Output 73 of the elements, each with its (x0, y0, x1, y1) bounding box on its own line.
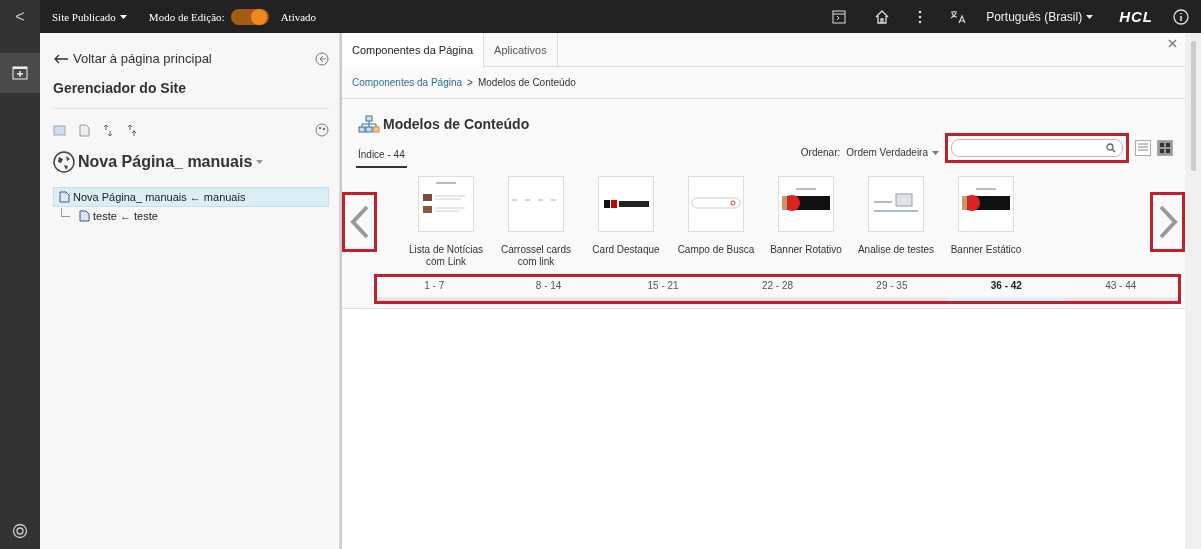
add-button[interactable] (0, 53, 40, 93)
document-icon (59, 191, 70, 203)
chevron-left-icon (348, 205, 371, 239)
template-thumbnail[interactable] (778, 176, 834, 232)
move-up-icon[interactable] (102, 123, 114, 137)
site-dropdown[interactable]: Site Publicado (52, 10, 127, 23)
help-icon[interactable] (12, 523, 28, 539)
template-name[interactable]: Banner Rotativo (764, 244, 848, 256)
info-icon[interactable] (1173, 8, 1189, 25)
template-name[interactable]: Card Destaque (584, 244, 668, 256)
template-thumbnail[interactable] (688, 176, 744, 232)
previous-button[interactable] (342, 192, 377, 252)
panel-icon[interactable] (832, 9, 847, 24)
template-thumbnail[interactable] (508, 176, 564, 232)
scrollbar[interactable] (1185, 33, 1201, 549)
caret-icon (932, 150, 939, 155)
home-icon[interactable] (874, 8, 891, 25)
list-icon (1138, 143, 1148, 152)
move-down-icon[interactable] (126, 123, 138, 137)
template-name[interactable]: Carrossel cards com link (494, 244, 578, 268)
template-thumbnail[interactable] (598, 176, 654, 232)
breadcrumb-current: Modelos de Conteúdo (477, 77, 576, 88)
sidebar-title: Gerenciador do Site (53, 80, 329, 109)
more-icon[interactable] (918, 9, 923, 24)
brand-logo: HCL (1119, 8, 1153, 25)
tree-item[interactable]: teste ← teste (53, 207, 329, 225)
grid-view-button[interactable] (1157, 139, 1173, 156)
page-range-tab[interactable]: 29 - 35 (834, 277, 950, 301)
translate-icon (950, 9, 967, 24)
collapse-icon[interactable] (315, 51, 329, 66)
template-thumbnail[interactable] (418, 176, 474, 232)
page-range-tab[interactable]: 15 - 21 (605, 277, 721, 301)
hierarchy-icon (358, 115, 380, 133)
sort-dropdown[interactable]: Ordem Verdadeira (846, 147, 939, 158)
back-link[interactable]: Voltar à página principal (53, 51, 212, 66)
next-button[interactable] (1150, 192, 1185, 252)
search-icon (1106, 142, 1116, 153)
edit-mode-toggle[interactable] (230, 8, 269, 25)
edit-mode-state: Ativado (280, 10, 317, 23)
template-name[interactable]: Lista de Notícias com Link (404, 244, 488, 268)
index-tab[interactable]: Índice - 44 (356, 137, 407, 168)
page-range-tab[interactable]: 8 - 14 (491, 277, 606, 301)
edit-mode-label: Modo de Edição: (148, 10, 225, 23)
template-thumbnail[interactable] (958, 176, 1014, 232)
search-field[interactable] (951, 138, 1123, 157)
grid-icon (1160, 142, 1170, 153)
caret-icon (256, 160, 264, 164)
left-arrow-icon (53, 53, 69, 64)
add-icon (12, 66, 28, 80)
template-thumbnail[interactable] (868, 176, 924, 232)
page-range-tab[interactable]: 1 - 7 (377, 277, 492, 301)
breadcrumb-link[interactable]: Componentes da Página (352, 77, 463, 88)
page-range-tab[interactable]: 36 - 42 (949, 277, 1064, 301)
template-name[interactable]: Campo de Busca (674, 244, 758, 256)
breadcrumb-separator: > (467, 77, 473, 88)
tree-item[interactable]: Nova Página_ manuais ← manuais (53, 187, 329, 207)
close-icon[interactable] (1168, 39, 1177, 48)
panel-tab[interactable]: Aplicativos (484, 33, 558, 66)
page-dropdown[interactable]: Nova Página_ manuais (78, 153, 264, 171)
page-range-tab[interactable]: 43 - 44 (1063, 277, 1178, 301)
language-dropdown[interactable]: Português (Brasil) (986, 9, 1094, 24)
section-heading: Modelos de Conteúdo (383, 116, 530, 132)
caret-icon (119, 14, 127, 19)
panel-tab[interactable]: Componentes da Página (342, 33, 485, 67)
page-range-tab[interactable]: 22 - 28 (720, 277, 835, 301)
back-button[interactable]: < (0, 0, 40, 33)
palette-icon[interactable] (315, 123, 329, 137)
sort-label: Ordenar: (800, 147, 841, 158)
globe-icon (53, 151, 75, 173)
template-name[interactable]: Banner Estático (944, 244, 1028, 256)
template-name[interactable]: Analise de testes (854, 244, 938, 256)
caret-icon (1086, 14, 1094, 19)
document-icon (79, 210, 90, 222)
